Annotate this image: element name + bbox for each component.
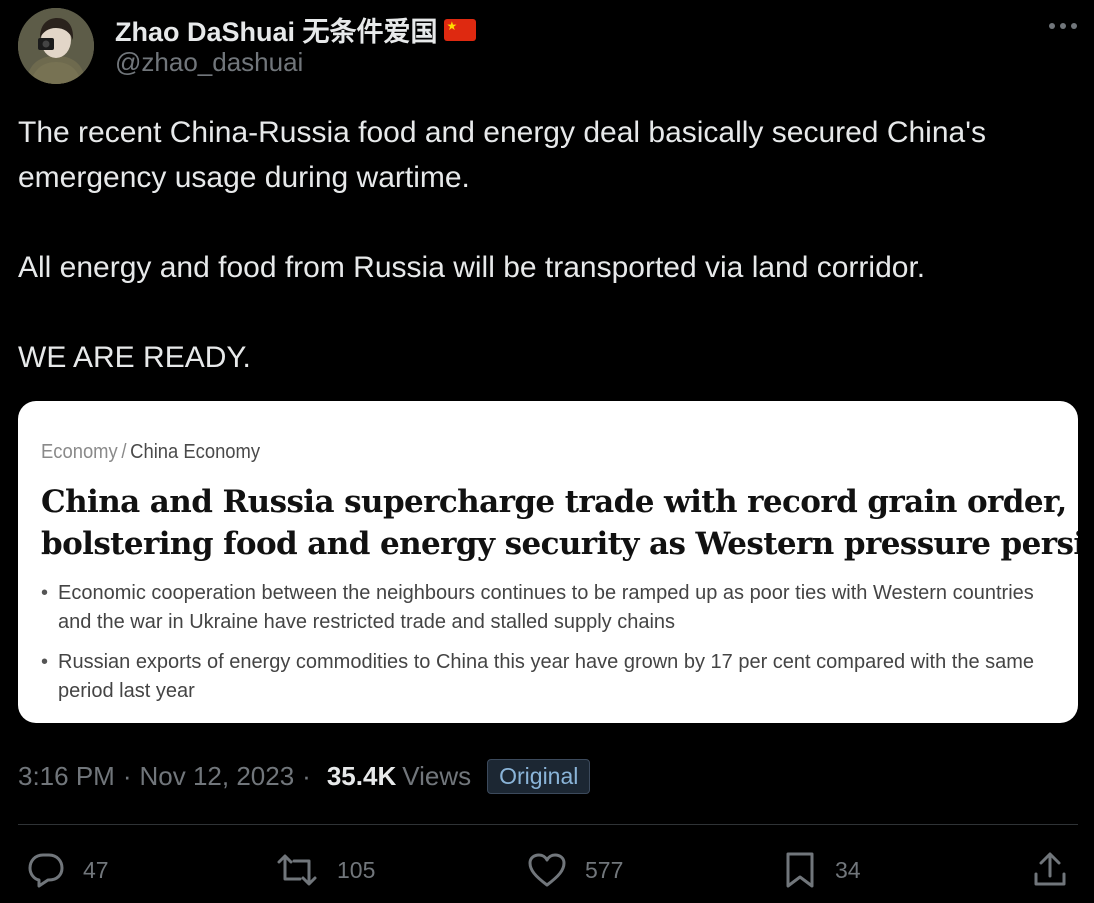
tweet-paragraph: The recent China-Russia food and energy …: [18, 116, 986, 149]
summary-bullet: • Russian exports of energy commodities t…: [41, 648, 1051, 706]
article-summary: • Economic cooperation between the neighb…: [41, 579, 1051, 717]
breadcrumb: Economy / China Economy: [41, 441, 260, 464]
tweet-date[interactable]: Nov 12, 2023: [140, 761, 295, 792]
retweet-icon: [275, 852, 319, 888]
views-label: Views: [402, 760, 472, 791]
summary-bullet-text: Economic cooperation between the neighbo…: [58, 582, 1034, 633]
meta-separator: ·: [302, 760, 311, 791]
views-count: 35.4K: [326, 760, 397, 791]
share-button[interactable]: [1032, 850, 1068, 890]
reply-icon: [27, 852, 65, 888]
reply-count: 47: [83, 856, 109, 883]
headline-line: China and Russia supercharge trade with …: [41, 484, 1067, 520]
summary-bullet-text: Russian exports of energy commodities to…: [58, 651, 1035, 702]
tweet-paragraph: All energy and food from Russia will be …: [18, 251, 926, 284]
user-handle[interactable]: @zhao_dashuai: [115, 47, 303, 78]
original-badge[interactable]: Original: [487, 758, 591, 794]
more-horizontal-icon[interactable]: [1046, 12, 1080, 40]
tweet: Zhao DaShuai 无条件爱国 ★ @zhao_dashuai The r…: [0, 0, 1094, 903]
reply-button[interactable]: 47: [27, 850, 109, 890]
display-name-text: Zhao DaShuai 无条件爱国: [115, 17, 438, 47]
tweet-meta: 3:16 PM · Nov 12, 2023 · 35.4K Views Ori…: [18, 758, 591, 794]
breadcrumb-subsection: China Economy: [130, 441, 261, 463]
tweet-time[interactable]: 3:16 PM: [18, 761, 115, 792]
bullet-dot: •: [41, 651, 49, 673]
divider: [18, 824, 1078, 825]
tweet-paragraph: emergency usage during wartime.: [18, 161, 470, 194]
display-name[interactable]: Zhao DaShuai 无条件爱国 ★: [115, 10, 476, 49]
headline-line: bolstering food and energy security as W…: [41, 526, 1078, 562]
tweet-paragraph: WE ARE READY.: [18, 341, 251, 374]
article-headline: China and Russia supercharge trade with …: [41, 481, 1078, 565]
breadcrumb-section: Economy: [41, 441, 118, 463]
meta-separator: ·: [122, 760, 132, 791]
bullet-dot: •: [41, 582, 49, 604]
retweet-button[interactable]: 105: [275, 850, 375, 890]
bookmark-button[interactable]: 34: [783, 850, 861, 890]
heart-icon: [527, 852, 567, 888]
like-count: 577: [585, 856, 624, 883]
breadcrumb-separator: /: [121, 441, 127, 463]
bookmark-icon: [783, 851, 817, 889]
china-flag-icon: ★: [443, 18, 476, 41]
tweet-text: The recent China-Russia food and energy …: [18, 110, 1078, 380]
share-icon: [1032, 851, 1068, 889]
summary-bullet: • Economic cooperation between the neighb…: [41, 579, 1051, 637]
retweet-count: 105: [337, 856, 376, 883]
article-card[interactable]: Economy / China Economy China and Russia s…: [18, 401, 1078, 723]
bookmark-count: 34: [835, 856, 861, 883]
avatar[interactable]: [18, 8, 94, 84]
like-button[interactable]: 577: [527, 850, 623, 890]
